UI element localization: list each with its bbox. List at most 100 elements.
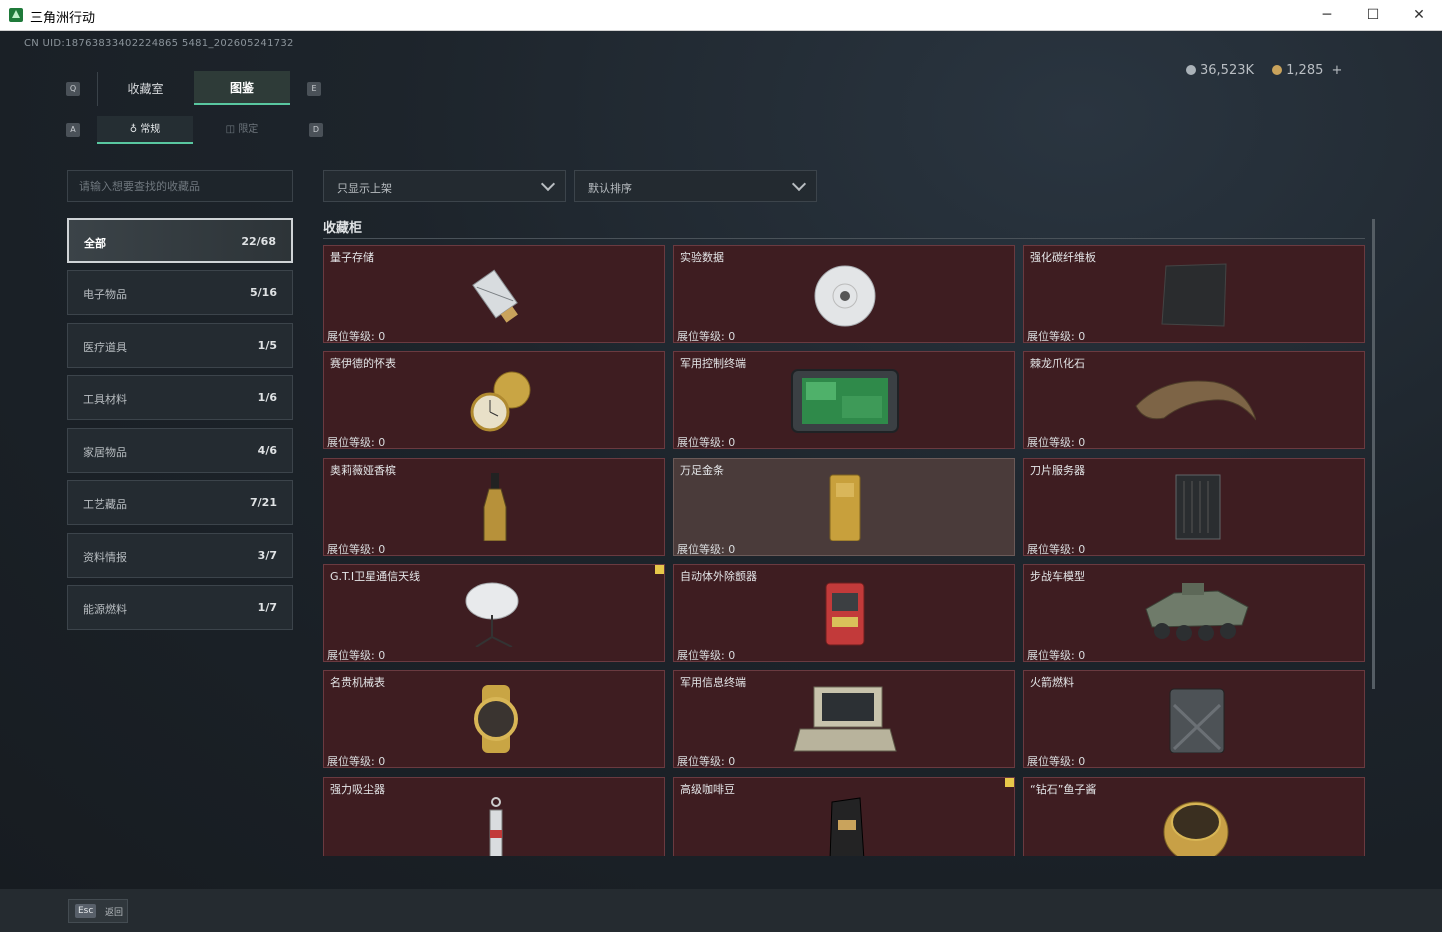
tablet-terminal-icon	[791, 369, 899, 433]
vacuum-icon	[489, 797, 503, 856]
booth-level: 展位等级: 0	[1027, 649, 1086, 662]
item-card[interactable]: 万足金条 展位等级: 0	[673, 458, 1015, 556]
tab-catalog[interactable]: 图鉴	[194, 71, 290, 105]
subtab-limited[interactable]: ◫ 限定	[194, 116, 290, 144]
item-name: 军用信息终端	[680, 676, 746, 689]
item-card[interactable]: 自动体外除颤器 展位等级: 0	[673, 564, 1015, 662]
grid-scrollbar[interactable]	[1372, 219, 1375, 689]
subtab-normal[interactable]: ♁ 常规	[97, 116, 193, 144]
currency-bar: 36,523K 1,285 +	[1186, 63, 1342, 78]
item-card[interactable]: 强力吸尘器	[323, 777, 665, 856]
search-input[interactable]	[67, 170, 293, 202]
category-label: 能源燃料	[83, 603, 127, 616]
window-titlebar: 三角洲行动 ─ ☐ ✕	[0, 0, 1442, 31]
minimize-button[interactable]: ─	[1304, 0, 1350, 31]
carbon-plate-icon	[1161, 263, 1227, 327]
booth-level: 展位等级: 0	[1027, 436, 1086, 449]
item-card[interactable]: 高级咖啡豆	[673, 777, 1015, 856]
item-card[interactable]: G.T.I卫星通信天线 展位等级: 0	[323, 564, 665, 662]
back-label: 返回	[105, 908, 124, 918]
section-divider	[323, 238, 1365, 239]
booth-level: 展位等级: 0	[327, 330, 386, 343]
item-name: 步战车模型	[1030, 570, 1085, 583]
item-name: G.T.I卫星通信天线	[330, 570, 421, 583]
booth-level: 展位等级: 0	[1027, 543, 1086, 556]
category-count: 1/6	[257, 391, 277, 404]
item-card[interactable]: 火箭燃料 展位等级: 0	[1023, 670, 1365, 768]
category-count: 1/7	[257, 601, 277, 614]
item-card[interactable]: 实验数据 展位等级: 0	[673, 245, 1015, 343]
item-name: 奥莉薇娅香槟	[330, 464, 396, 477]
section-title: 收藏柜	[323, 221, 363, 236]
window-title: 三角洲行动	[30, 11, 96, 26]
item-card[interactable]: 步战车模型 展位等级: 0	[1023, 564, 1365, 662]
tab-collection-room[interactable]: 收藏室	[97, 72, 193, 106]
category-crafts[interactable]: 工艺藏品 7/21	[67, 480, 293, 525]
booth-level: 展位等级: 0	[677, 755, 736, 768]
item-name: 军用控制终端	[680, 357, 746, 370]
champagne-bottle-icon	[483, 473, 507, 541]
add-currency-button[interactable]: +	[1332, 63, 1343, 78]
chevron-down-icon	[791, 176, 807, 192]
item-name: 强化碳纤维板	[1030, 251, 1096, 264]
maximize-button[interactable]: ☐	[1350, 0, 1396, 31]
back-button[interactable]: Esc 返回	[68, 899, 128, 923]
pocket-watch-icon	[470, 371, 531, 432]
category-label: 全部	[84, 237, 106, 250]
gold-amount: 1,285	[1286, 63, 1324, 78]
sort-dropdown[interactable]: 默认排序	[574, 170, 817, 202]
item-name: 赛伊德的怀表	[330, 357, 396, 370]
silver-coin-icon	[1186, 65, 1196, 75]
booth-level: 展位等级: 0	[677, 436, 736, 449]
category-household[interactable]: 家居物品 4/6	[67, 428, 293, 473]
item-card[interactable]: 量子存储 展位等级: 0	[323, 245, 665, 343]
item-card[interactable]: 军用控制终端 展位等级: 0	[673, 351, 1015, 449]
key-hint-a: A	[66, 123, 80, 137]
item-card[interactable]: 军用信息终端 展位等级: 0	[673, 670, 1015, 768]
fuel-canister-icon	[1169, 688, 1225, 753]
booth-level: 展位等级: 0	[327, 436, 386, 449]
category-count: 4/6	[257, 444, 277, 457]
key-hint-q: Q	[66, 82, 80, 96]
category-count: 22/68	[241, 235, 276, 248]
item-name: 量子存储	[330, 251, 374, 264]
display-filter-dropdown[interactable]: 只显示上架	[323, 170, 566, 202]
rugged-laptop-icon	[793, 686, 897, 752]
item-card[interactable]: 赛伊德的怀表 展位等级: 0	[323, 351, 665, 449]
item-card[interactable]: 名贵机械表 展位等级: 0	[323, 670, 665, 768]
key-hint-d: D	[309, 123, 323, 137]
item-card[interactable]: 刀片服务器 展位等级: 0	[1023, 458, 1365, 556]
category-medical[interactable]: 医疗道具 1/5	[67, 323, 293, 368]
item-card[interactable]: 奥莉薇娅香槟 展位等级: 0	[323, 458, 665, 556]
category-label: 电子物品	[83, 288, 127, 301]
item-name: 万足金条	[680, 464, 724, 477]
booth-level: 展位等级: 0	[1027, 755, 1086, 768]
close-button[interactable]: ✕	[1396, 0, 1442, 31]
booth-level: 展位等级: 0	[327, 649, 386, 662]
new-badge-icon	[1005, 778, 1014, 787]
category-intel[interactable]: 资料情报 3/7	[67, 533, 293, 578]
gold-coin-icon	[1272, 65, 1283, 75]
new-badge-icon	[655, 565, 664, 574]
uid-label: CN UID:18763833402224865 5481_2026052417…	[24, 38, 294, 49]
display-filter-value: 只显示上架	[337, 182, 392, 195]
category-count: 7/21	[250, 496, 277, 509]
armored-vehicle-icon	[1145, 583, 1249, 641]
disc-icon	[814, 265, 876, 327]
item-name: 名贵机械表	[330, 676, 385, 689]
category-electronics[interactable]: 电子物品 5/16	[67, 270, 293, 315]
category-tools[interactable]: 工具材料 1/6	[67, 375, 293, 420]
item-card[interactable]: 棘龙爪化石 展位等级: 0	[1023, 351, 1365, 449]
booth-level: 展位等级: 0	[677, 543, 736, 556]
usb-drive-icon	[472, 269, 518, 323]
item-name: 自动体外除颤器	[680, 570, 757, 583]
claw-fossil-icon	[1135, 380, 1256, 421]
category-all[interactable]: 全部 22/68	[67, 218, 293, 263]
category-count: 5/16	[250, 286, 277, 299]
item-card[interactable]: “钻石”鱼子酱	[1023, 777, 1365, 856]
app-logo-icon	[9, 8, 23, 22]
category-energy[interactable]: 能源燃料 1/7	[67, 585, 293, 630]
chevron-down-icon	[540, 176, 556, 192]
coffee-bag-icon	[829, 797, 865, 856]
item-card[interactable]: 强化碳纤维板 展位等级: 0	[1023, 245, 1365, 343]
